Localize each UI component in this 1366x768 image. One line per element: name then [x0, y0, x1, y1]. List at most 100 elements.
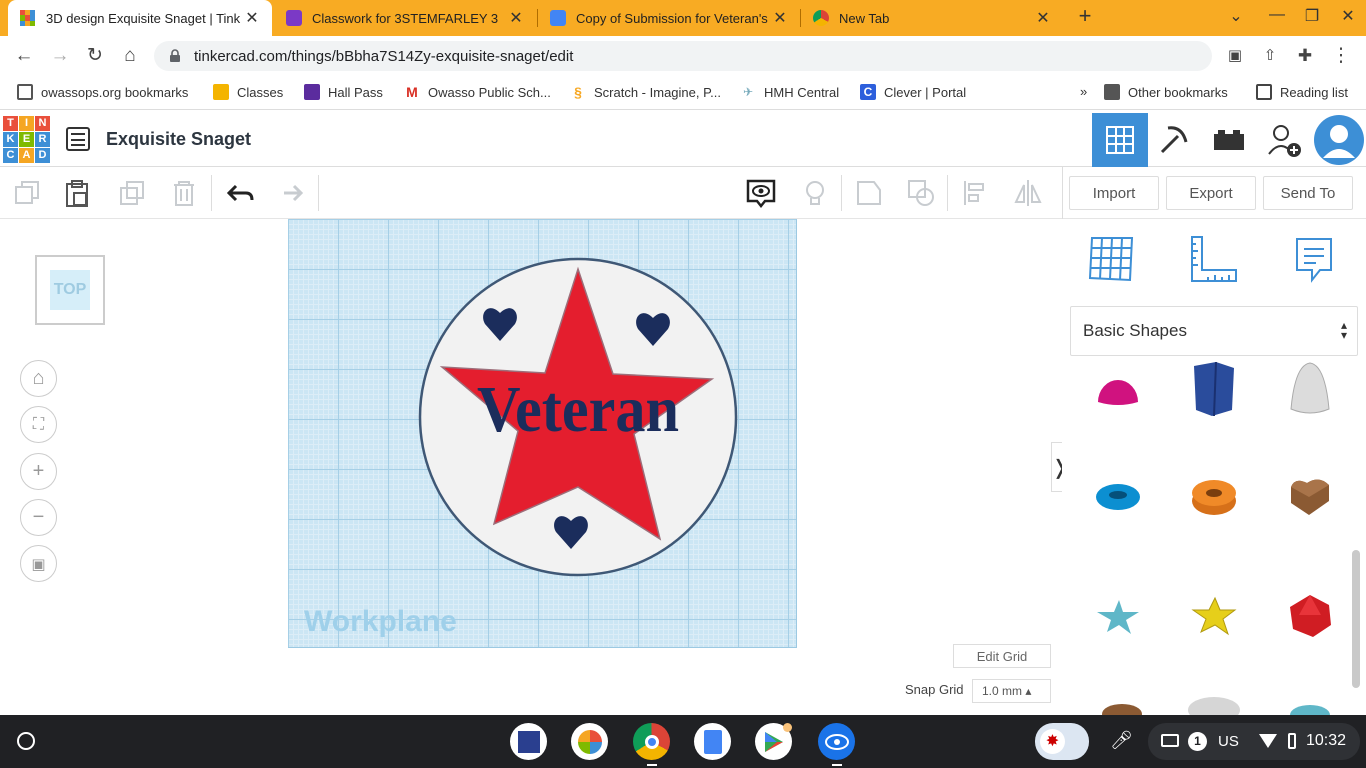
forward-icon[interactable]: → [48, 44, 72, 68]
shape-torus[interactable] [1088, 467, 1148, 527]
tinkercad-logo[interactable]: T I N K E R C A D [3, 116, 51, 164]
veteran-text[interactable]: Veteran [477, 373, 679, 446]
avatar[interactable] [1311, 113, 1366, 167]
shape-tube[interactable] [1184, 467, 1244, 527]
back-icon[interactable]: ← [12, 44, 36, 68]
edit-grid-button[interactable]: Edit Grid [953, 644, 1051, 668]
tab-new-tab[interactable]: New Tab ✕ [801, 0, 1063, 36]
snap-grid-select[interactable]: 1.0 mm ▴ [972, 679, 1051, 703]
close-tab-icon[interactable]: ✕ [770, 8, 790, 28]
home-view-button[interactable]: ⌂ [20, 360, 57, 397]
shape-star[interactable] [1088, 586, 1148, 646]
redo-button[interactable] [273, 175, 309, 211]
screen-reader-app-icon[interactable] [818, 723, 855, 760]
blocks-view-button[interactable] [1146, 113, 1202, 167]
bookmark-classes[interactable]: Classes [213, 84, 283, 100]
tab-tinkercad[interactable]: 3D design Exquisite Snaget | Tink ✕ [8, 0, 272, 36]
shape-half-sphere[interactable] [1088, 359, 1148, 419]
shapes-scrollbar[interactable] [1352, 550, 1360, 688]
undo-button[interactable] [221, 175, 257, 211]
tab-classwork[interactable]: Classwork for 3STEMFARLEY 3 ✕ [274, 0, 536, 36]
tab-search-icon[interactable]: ⌄ [1224, 6, 1248, 26]
list-icon [304, 84, 320, 100]
design-scene: Veteran [418, 257, 738, 577]
shape-category-select[interactable]: Basic Shapes ▴ ▾ [1070, 306, 1358, 356]
minimize-icon[interactable]: — [1265, 6, 1289, 24]
bricks-view-button[interactable] [1201, 113, 1257, 167]
bookmark-scratch[interactable]: § Scratch - Imagine, P... [570, 84, 721, 100]
3d-view-button[interactable] [1092, 113, 1148, 167]
invite-user-button[interactable] [1256, 113, 1312, 167]
logo-letter: C [3, 148, 18, 163]
bookmark-hmh[interactable]: ✈ HMH Central [740, 84, 839, 100]
ebook-app-icon[interactable] [510, 723, 547, 760]
shape-partial-3[interactable] [1290, 705, 1330, 715]
tab-title: Copy of Submission for Veteran's [576, 10, 768, 26]
close-window-icon[interactable]: ✕ [1336, 6, 1360, 26]
import-button[interactable]: Import [1069, 176, 1159, 210]
chrome-icon[interactable] [633, 723, 670, 760]
tab-title: 3D design Exquisite Snaget | Tink [46, 10, 241, 26]
align-button[interactable] [957, 175, 993, 211]
delete-button[interactable] [166, 175, 202, 211]
zoom-out-button[interactable]: − [20, 499, 57, 536]
home-icon[interactable]: ⌂ [118, 44, 142, 68]
bookmark-owassops[interactable]: owassops.org bookmarks [17, 84, 188, 100]
paste-button[interactable] [59, 175, 95, 211]
bookmark-clever[interactable]: C Clever | Portal [860, 84, 966, 100]
menu-kebab-icon[interactable]: ⋮ [1329, 44, 1353, 68]
zoom-in-button[interactable]: + [20, 453, 57, 490]
close-tab-icon[interactable]: ✕ [242, 8, 262, 28]
send-to-button[interactable]: Send To [1263, 176, 1353, 210]
mirror-button[interactable] [1010, 175, 1046, 211]
design-title[interactable]: Exquisite Snaget [106, 129, 251, 150]
design-list-icon[interactable] [66, 127, 90, 151]
shape-polygon[interactable] [1184, 359, 1244, 419]
shape-star-gold[interactable] [1184, 586, 1244, 646]
design-canvas[interactable]: Workplane Veteran TOP ⌂ ⛶ + − ▣ Edit Gri… [0, 219, 1062, 715]
notes-tool-button[interactable] [1294, 236, 1334, 289]
ruler-tool-button[interactable] [1188, 234, 1238, 289]
panel-collapse-button[interactable]: ❭ [1051, 442, 1062, 492]
group-button[interactable] [851, 175, 887, 211]
restore-icon[interactable]: ❐ [1300, 6, 1324, 26]
workplane-tool-button[interactable] [1088, 234, 1136, 287]
launcher-icon[interactable] [17, 732, 35, 750]
bookmarks-overflow[interactable]: » [1080, 84, 1087, 99]
bookmark-owasso-public[interactable]: M Owasso Public Sch... [404, 84, 551, 100]
ortho-view-button[interactable]: ▣ [20, 545, 57, 582]
shape-paraboloid[interactable] [1280, 359, 1340, 419]
kids-app-icon[interactable] [571, 723, 608, 760]
view-cube[interactable]: TOP [35, 255, 105, 325]
notification-dot [783, 723, 792, 732]
fit-view-button[interactable]: ⛶ [20, 406, 57, 443]
extension-icon[interactable]: ▣ [1223, 44, 1247, 68]
new-tab-icon[interactable]: + [1073, 3, 1097, 29]
close-tab-icon[interactable]: ✕ [1033, 8, 1053, 28]
docs-icon[interactable] [694, 723, 731, 760]
shape-icosahedron[interactable] [1280, 586, 1340, 646]
bookmark-hall-pass[interactable]: Hall Pass [304, 84, 383, 100]
reading-list[interactable]: Reading list [1256, 84, 1348, 100]
duplicate-button[interactable] [114, 175, 150, 211]
shape-partial-2[interactable] [1188, 697, 1240, 715]
ungroup-button[interactable] [903, 175, 939, 211]
status-tray[interactable]: 1 US 10:32 [1148, 723, 1360, 760]
light-button[interactable] [797, 175, 833, 211]
copy-button[interactable] [9, 175, 45, 211]
microphone-icon[interactable]: 🎤︎ [1110, 730, 1133, 751]
reload-icon[interactable]: ↻ [83, 44, 107, 68]
share-icon[interactable]: ⇧ [1258, 44, 1282, 68]
export-button[interactable]: Export [1166, 176, 1256, 210]
holding-space-tray[interactable]: ✸ [1035, 723, 1089, 760]
active-app-indicator [647, 764, 657, 766]
notes-button[interactable] [743, 175, 779, 211]
close-tab-icon[interactable]: ✕ [506, 8, 526, 28]
other-bookmarks[interactable]: Other bookmarks [1104, 84, 1228, 100]
shape-heart[interactable] [1280, 467, 1340, 527]
address-bar[interactable]: tinkercad.com/things/bBbha7S14Zy-exquisi… [154, 41, 1212, 71]
extensions-puzzle-icon[interactable]: ✚ [1293, 44, 1317, 68]
tab-submission[interactable]: Copy of Submission for Veteran's ✕ [538, 0, 800, 36]
hmh-icon: ✈ [742, 85, 754, 99]
shape-partial-1[interactable] [1102, 704, 1142, 715]
